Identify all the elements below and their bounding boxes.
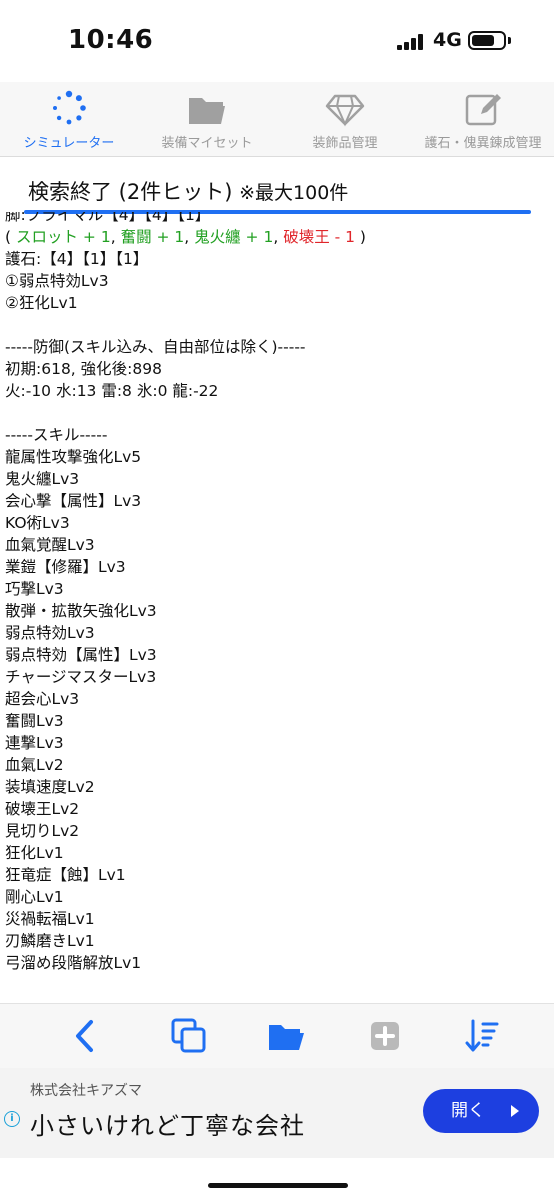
skill-item: 剛心Lv1 xyxy=(5,888,64,906)
skill-item: 刃鱗磨きLv1 xyxy=(5,932,95,950)
bonus-slot: スロット + 1 xyxy=(15,228,111,246)
result-content: 脚:ブライマル【4】【4】【1】 ( スロット + 1, 奮闘 + 1, 鬼火纏… xyxy=(5,212,545,1002)
tab-label: シミュレーター xyxy=(23,136,115,151)
skill-item: 見切りLv2 xyxy=(5,822,80,840)
bonus-line: ( スロット + 1, 奮闘 + 1, 鬼火纏 + 1, 破壊王 - 1 ) xyxy=(5,228,366,246)
ad-banner[interactable]: i 株式会社キアズマ 小さいけれど丁寧な会社 開く xyxy=(0,1068,554,1158)
back-icon[interactable] xyxy=(65,1016,105,1056)
skill-item: 奮闘Lv3 xyxy=(5,712,64,730)
resistance-values: 火:-10 水:13 雷:8 氷:0 龍:-22 xyxy=(5,382,219,400)
search-status-text: 検索終了 (2件ヒット) xyxy=(28,180,233,204)
signal-icon xyxy=(397,34,427,50)
tab-label: 装備マイセット xyxy=(161,136,253,151)
skills-header: -----スキル----- xyxy=(5,426,108,444)
tab-talismans[interactable]: 護石・傀異錬成管理 xyxy=(414,88,552,154)
skill-item: KO術Lv3 xyxy=(5,514,70,532)
bonus-oni: 鬼火纏 + 1 xyxy=(194,228,274,246)
defense-header: -----防御(スキル込み、自由部位は除く)----- xyxy=(5,338,306,356)
ad-headline: 小さいけれど丁寧な会社 xyxy=(30,1112,305,1140)
battery-icon xyxy=(468,31,506,50)
skill-item: 装填速度Lv2 xyxy=(5,778,95,796)
sort-icon[interactable] xyxy=(462,1016,502,1056)
skill-item: 龍属性攻撃強化Lv5 xyxy=(5,448,142,466)
status-time: 10:46 xyxy=(68,25,154,55)
talisman-skill: ①弱点特効Lv3 xyxy=(5,272,109,290)
skill-item: 弱点特効Lv3 xyxy=(5,624,95,642)
skill-list: 龍属性攻撃強化Lv5 鬼火纏Lv3 会心撃【属性】Lv3 KO術Lv3 血氣覚醒… xyxy=(5,446,545,974)
skill-item: 会心撃【属性】Lv3 xyxy=(5,492,142,510)
bonus-challenger: 奮闘 + 1 xyxy=(120,228,185,246)
defense-values: 初期:618, 強化後:898 xyxy=(5,360,162,378)
tab-label: 護石・傀異錬成管理 xyxy=(424,136,542,151)
gem-icon xyxy=(325,94,365,127)
bonus-destroyer: 破壊王 - 1 xyxy=(283,228,355,246)
top-tab-bar: シミュレーター 装備マイセット 装飾品管理 護石・傀異錬成管理 xyxy=(0,82,554,157)
tab-label: 装飾品管理 xyxy=(312,136,378,151)
status-bar: 10:46 4G xyxy=(0,0,554,82)
search-status: 検索終了 (2件ヒット) ※最大100件 xyxy=(28,176,348,206)
ad-company: 株式会社キアズマ xyxy=(30,1083,142,1099)
copy-icon[interactable] xyxy=(169,1016,209,1056)
skill-item: 鬼火纏Lv3 xyxy=(5,470,80,488)
skill-item: 血氣覚醒Lv3 xyxy=(5,536,95,554)
skill-item: 超会心Lv3 xyxy=(5,690,80,708)
skill-item: 巧撃Lv3 xyxy=(5,580,64,598)
tab-my-sets[interactable]: 装備マイセット xyxy=(138,88,276,154)
ad-open-label: 開く xyxy=(451,1101,485,1121)
skill-item: 狂竜症【蝕】Lv1 xyxy=(5,866,126,884)
tab-simulator[interactable]: シミュレーター xyxy=(0,88,138,154)
skill-item: 血氣Lv2 xyxy=(5,756,64,774)
play-arrow-icon xyxy=(511,1105,519,1117)
skill-item: 散弾・拡散矢強化Lv3 xyxy=(5,602,157,620)
bottom-toolbar xyxy=(0,1003,554,1068)
talisman-skill: ②狂化Lv1 xyxy=(5,294,78,312)
skill-item: チャージマスターLv3 xyxy=(5,668,157,686)
ad-info-icon[interactable]: i xyxy=(4,1111,20,1127)
skill-item: 狂化Lv1 xyxy=(5,844,64,862)
talisman-line: 護石:【4】【1】【1】 xyxy=(5,250,149,268)
spinner-icon xyxy=(53,90,86,125)
home-indicator xyxy=(208,1183,348,1188)
skill-item: 弓溜め段階解放Lv1 xyxy=(5,954,142,972)
folder-icon xyxy=(189,98,225,124)
skill-item: 業鎧【修羅】Lv3 xyxy=(5,558,126,576)
skill-item: 災禍転福Lv1 xyxy=(5,910,95,928)
skill-item: 弱点特効【属性】Lv3 xyxy=(5,646,157,664)
skill-item: 連撃Lv3 xyxy=(5,734,64,752)
network-type: 4G xyxy=(433,29,462,51)
leg-armor-line: 脚:ブライマル【4】【4】【1】 xyxy=(5,212,211,224)
edit-icon xyxy=(465,94,501,126)
folder-open-icon[interactable] xyxy=(266,1016,306,1056)
tab-decorations[interactable]: 装飾品管理 xyxy=(276,88,414,154)
add-icon[interactable] xyxy=(365,1016,405,1056)
search-limit-note: ※最大100件 xyxy=(239,182,349,204)
skill-item: 破壊王Lv2 xyxy=(5,800,80,818)
ad-open-button[interactable]: 開く xyxy=(423,1089,539,1133)
